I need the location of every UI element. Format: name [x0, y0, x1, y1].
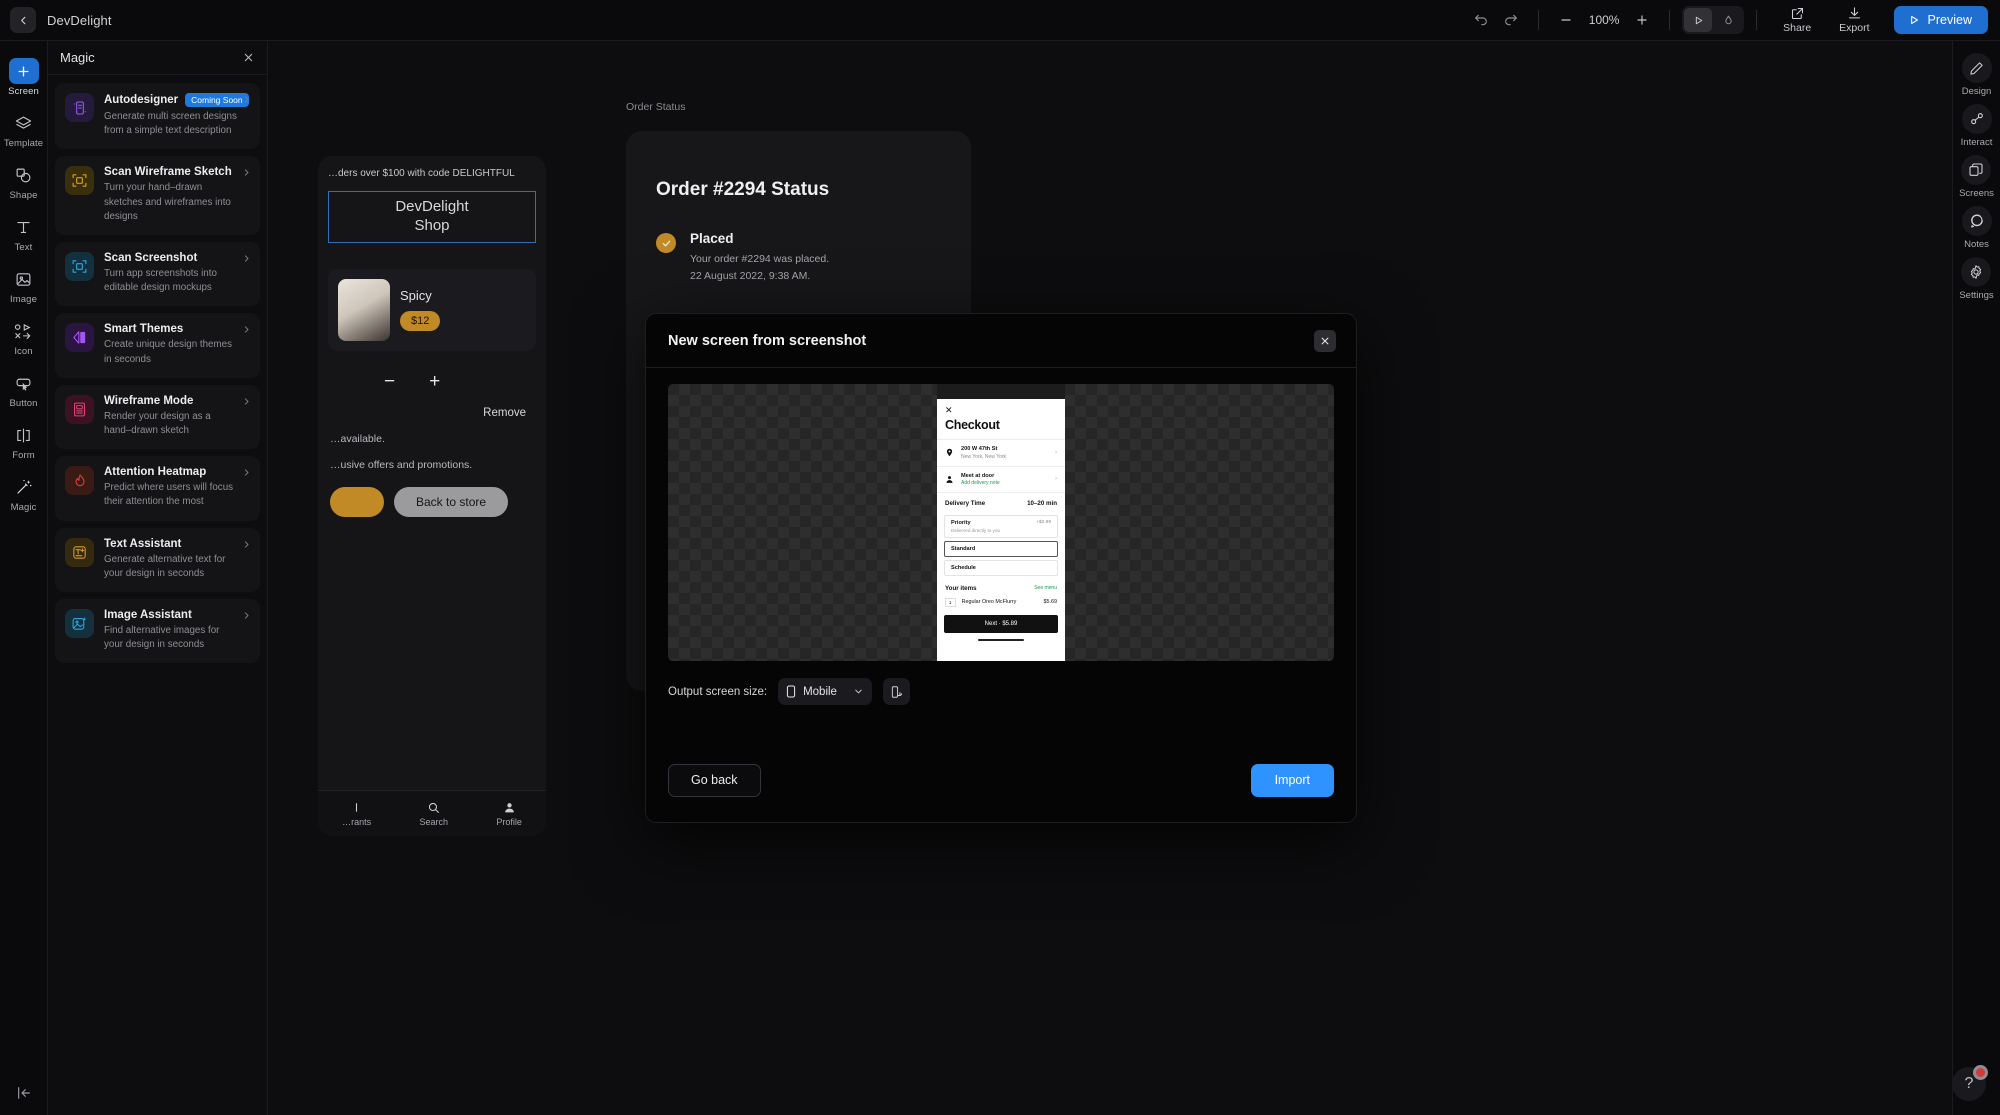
home-indicator	[978, 638, 1024, 641]
app-root: DevDelight 100% Share Export Preview Scr…	[0, 0, 2000, 1115]
screenshot-address-title: 200 W 47th St	[961, 446, 998, 452]
location-pin-icon	[946, 449, 953, 457]
option-desc: Delivered directly to you	[951, 527, 1001, 533]
screenshot-heading: Checkout	[945, 418, 1000, 432]
screenshot-option-priority: Priority Delivered directly to you +$2.9…	[944, 515, 1058, 538]
screenshot-address-text: 200 W 47th St New York, New York	[961, 446, 1006, 460]
chevron-right-icon: ›	[1055, 476, 1057, 483]
output-size-label: Output screen size:	[668, 685, 768, 698]
go-back-button[interactable]: Go back	[668, 763, 761, 797]
screenshot-address-row: 200 W 47th St New York, New York ›	[937, 439, 1065, 466]
option-name: Priority	[951, 520, 971, 526]
import-button[interactable]: Import	[1250, 763, 1334, 797]
modal-title: New screen from screenshot	[668, 332, 867, 349]
screenshot-option-standard: Standard	[944, 540, 1058, 557]
mobile-icon	[786, 685, 796, 698]
option-name: Standard	[951, 545, 976, 552]
notification-badge	[1973, 1065, 1988, 1080]
screenshot-delivery-text: Meet at door Add delivery note	[961, 473, 1000, 487]
screenshot-next-button: Next · $5.89	[944, 614, 1058, 633]
screenshot-delivery-title: Meet at door	[961, 472, 995, 479]
option-name: Schedule	[951, 564, 976, 571]
screenshot-delivery-sub: Add delivery note	[961, 480, 1000, 486]
close-icon	[1321, 337, 1329, 345]
item-price: $5.69	[1043, 599, 1058, 605]
screenshot-preview-stage[interactable]: ✕ Checkout 200 W 47th St New York, New Y…	[668, 384, 1334, 661]
modal-header: New screen from screenshot	[646, 314, 1356, 368]
screenshot-content: ✕ Checkout 200 W 47th St New York, New Y…	[937, 399, 1065, 661]
screenshot-items-header: Your items See menu	[937, 579, 1065, 595]
item-quantity: 1	[945, 597, 956, 607]
items-label: Your items	[945, 584, 977, 592]
modal-close-button[interactable]	[1314, 330, 1336, 352]
option-text: Priority Delivered directly to you	[951, 520, 1000, 533]
screenshot-preview: ✕ Checkout 200 W 47th St New York, New Y…	[937, 384, 1065, 661]
chevron-right-icon: ›	[1055, 449, 1057, 456]
see-menu-link: See menu	[1034, 585, 1057, 591]
new-screen-from-screenshot-modal: New screen from screenshot ✕ Checkout 20…	[645, 313, 1357, 823]
rotate-orientation-icon	[891, 685, 902, 698]
screenshot-delivery-time-row: Delivery Time 10–20 min	[937, 492, 1065, 512]
help-button[interactable]: ?	[1952, 1065, 1988, 1101]
chevron-down-icon	[855, 689, 862, 694]
orientation-toggle-button[interactable]	[883, 678, 911, 705]
screenshot-delivery-time-value: 10–20 min	[1027, 500, 1057, 507]
output-size-select[interactable]: Mobile	[778, 678, 873, 705]
screenshot-delivery-time-label: Delivery Time	[945, 500, 986, 507]
screenshot-address-sub: New York, New York	[961, 453, 1007, 460]
screenshot-item-row: 1 Regular Oreo McFlurry $5.69	[937, 595, 1065, 612]
screenshot-delivery-row: Meet at door Add delivery note ›	[937, 465, 1065, 493]
person-icon	[946, 475, 953, 483]
screenshot-option-schedule: Schedule	[944, 559, 1058, 576]
screenshot-close-x: ✕	[945, 405, 953, 415]
item-name: Regular Oreo McFlurry	[961, 599, 1017, 605]
output-size-value: Mobile	[803, 685, 837, 698]
modal-footer: Go back Import	[646, 738, 1356, 822]
output-size-row: Output screen size: Mobile	[646, 661, 1356, 705]
option-price: +$2.99	[1036, 520, 1051, 525]
